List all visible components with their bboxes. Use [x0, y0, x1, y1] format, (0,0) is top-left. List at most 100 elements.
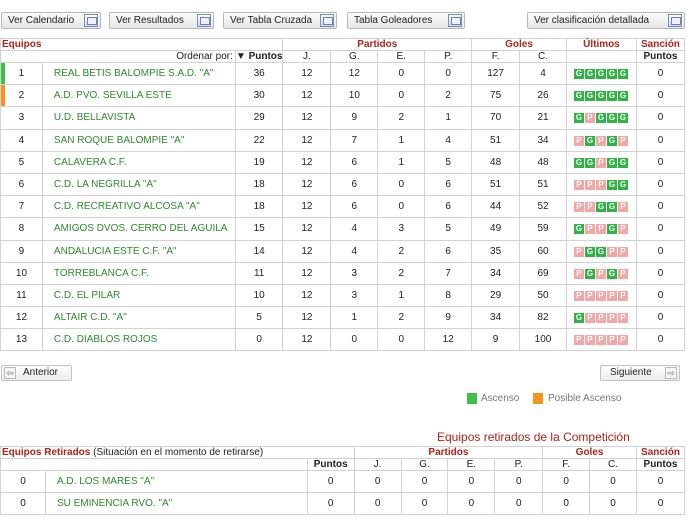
ultimos-cell: PPPPP	[565, 328, 637, 352]
puntos-sort-header[interactable]: ▼ Puntos	[234, 50, 284, 63]
team-link[interactable]: ANDALUCIA ESTE C.F. "A"	[41, 239, 236, 263]
c-cell: 51	[519, 172, 567, 197]
loss-result-icon: P	[606, 313, 617, 324]
table-row[interactable]: 8 AMIGOS DVOS. CERRO DEL AGUILA 15 12 4 3 5 49 5…	[0, 217, 686, 241]
win-result-icon: G	[584, 135, 595, 146]
anterior-button[interactable]: ⇦ Anterior	[1, 365, 72, 381]
zone-marker	[1, 63, 5, 85]
team-link[interactable]: C.D. EL PILAR	[41, 283, 236, 308]
ultimos-cell: PPPGG	[565, 172, 637, 197]
j-cell: 12	[282, 328, 332, 352]
table-row[interactable]: 4 SAN ROQUE BALOMPIE "A" 22 12 7 1 4 51 34 P G P G P 0	[0, 128, 686, 152]
sort-control[interactable]: Ordenar por:	[0, 50, 236, 63]
win-result-icon: G	[595, 91, 606, 102]
puntos-cell: 0	[306, 492, 355, 516]
sancion-cell: 0	[635, 150, 686, 174]
tabla-goleadores-button[interactable]: Tabla Goleadores	[347, 12, 465, 29]
puntos-header-label: Puntos	[248, 51, 283, 62]
table-row[interactable]: 7 C.D. RECREATIVO ALCOSA "A" 18 12 6 0 6 44 52 P P…	[0, 195, 686, 219]
j-cell: 12	[282, 61, 332, 86]
table-row[interactable]: 11 C.D. EL PILAR 10 12 3 1 8 29 50 P P P P P 0	[0, 283, 686, 308]
p-cell: 6	[424, 239, 473, 263]
retirados-group-header: Equipos Retirados (Situación en el momen…	[0, 446, 355, 459]
team-link[interactable]: A.D. PVO. SEVILLA ESTE	[41, 84, 236, 108]
win-result-icon: G	[573, 313, 584, 324]
equipos-group-header: Equipos	[0, 38, 284, 51]
sancion-cell: 0	[635, 106, 686, 130]
table-row[interactable]: 12 ALTAIR C.D. "A" 5 12 1 2 9 34 82 G P P P P 0	[0, 306, 686, 330]
team-link[interactable]: SAN ROQUE BALOMPIE "A"	[41, 128, 236, 152]
team-link[interactable]: C.D. DIABLOS ROJOS	[41, 328, 236, 352]
team-link[interactable]: CALAVERA C.F.	[41, 150, 236, 174]
p-cell: 1	[424, 106, 473, 130]
win-result-icon: G	[573, 224, 584, 235]
table-row[interactable]: 2 A.D. PVO. SEVILLA ESTE 30 12 10 0 2 75 26 G G G G G…	[0, 84, 686, 108]
p-cell: 9	[424, 306, 473, 330]
position-cell: 0	[0, 492, 46, 516]
win-result-icon: G	[584, 69, 595, 80]
ver-calendario-button[interactable]: Ver Calendario	[1, 12, 101, 29]
team-link[interactable]: AMIGOS DVOS. CERRO DEL AGUILA	[41, 217, 236, 241]
posible-ascenso-legend-label: Posible Ascenso	[548, 393, 622, 404]
retired-sancion-puntos-header: Puntos	[635, 458, 686, 471]
team-link[interactable]: SU EMINENCIA RVO. "A"	[44, 492, 308, 516]
win-result-icon: G	[606, 180, 617, 191]
sancion-cell: 0	[635, 328, 686, 352]
e-cell: 1	[377, 128, 426, 152]
team-link[interactable]: U.D. BELLAVISTA	[41, 106, 236, 130]
team-link[interactable]: A.D. LOS MARES "A"	[44, 469, 308, 494]
retired-table-row[interactable]: 0 SU EMINENCIA RVO. "A" 0 0 0 0 0 0 0 0	[0, 492, 686, 516]
sancion-cell: 0	[635, 283, 686, 308]
ultimos-cell: GGPGG	[565, 150, 637, 174]
win-result-icon: G	[584, 91, 595, 102]
j-header: J.	[282, 50, 332, 63]
retired-table-row[interactable]: 0 A.D. LOS MARES "A" 0 0 0 0 0 0 0 0	[0, 469, 686, 494]
retirados-group-label: Equipos Retirados	[2, 447, 91, 458]
ver-clasificacion-detallada-label: Ver clasificación detallada	[534, 15, 650, 26]
e-cell: 0	[377, 195, 426, 219]
p-cell: 2	[424, 84, 473, 108]
ver-resultados-button[interactable]: Ver Resultados	[109, 12, 214, 29]
table-row[interactable]: 10 TORREBLANCA C.F. 11 12 3 2 7 34 69 P G P G P 0	[0, 261, 686, 285]
loss-result-icon: P	[595, 157, 606, 168]
win-result-icon: G	[606, 268, 617, 279]
table-row[interactable]: 5 CALAVERA C.F. 19 12 6 1 5 48 48 G G P G G 0	[0, 150, 686, 174]
position-value: 4	[18, 134, 25, 146]
ver-clasificacion-detallada-button[interactable]: Ver clasificación detallada	[527, 12, 685, 29]
g-cell: 6	[330, 172, 379, 197]
p-cell: 0	[424, 61, 473, 86]
loss-result-icon: P	[573, 180, 584, 191]
ultimos-cell: PGGPP	[565, 239, 637, 263]
table-row[interactable]: 6 C.D. LA NEGRILLA "A" 18 12 6 0 6 51 51 P P P G G 0	[0, 172, 686, 197]
f-cell: 49	[471, 217, 521, 241]
standings-body: 1 REAL BETIS BALOMPIE S.A.D. "A" 36 12 12 0 0 1…	[0, 61, 686, 352]
position-value: 10	[15, 267, 28, 279]
puntos-cell: 5	[234, 306, 284, 330]
c-header: C.	[519, 50, 567, 63]
g-cell: 12	[330, 61, 379, 86]
team-link[interactable]: REAL BETIS BALOMPIE S.A.D. "A"	[41, 61, 236, 86]
team-link[interactable]: TORREBLANCA C.F.	[41, 261, 236, 285]
siguiente-button[interactable]: Siguiente ⇨	[600, 365, 680, 381]
e-cell: 2	[377, 106, 426, 130]
position-value: 2	[18, 90, 25, 102]
ver-tabla-cruzada-button[interactable]: Ver Tabla Cruzada	[223, 12, 337, 29]
ultimos-cell: PGPGP	[565, 261, 637, 285]
position-cell: 5	[0, 150, 43, 174]
team-link[interactable]: ALTAIR C.D. "A"	[41, 306, 236, 330]
team-link[interactable]: C.D. RECREATIVO ALCOSA "A"	[41, 195, 236, 219]
table-row[interactable]: 1 REAL BETIS BALOMPIE S.A.D. "A" 36 12 12 0 0 1…	[0, 61, 686, 86]
win-result-icon: G	[573, 157, 584, 168]
f-header: F.	[471, 50, 521, 63]
loss-result-icon: P	[606, 246, 617, 257]
table-row[interactable]: 3 U.D. BELLAVISTA 29 12 9 2 1 70 21 G P G G G 0	[0, 106, 686, 130]
sancion-cell: 0	[635, 217, 686, 241]
table-row[interactable]: 9 ANDALUCIA ESTE C.F. "A" 14 12 4 2 6 35 60 P G G P P…	[0, 239, 686, 263]
f-cell: 70	[471, 106, 521, 130]
table-row[interactable]: 13 C.D. DIABLOS ROJOS 0 12 0 0 12 9 100 P P P P P 0	[0, 328, 686, 352]
sancion-group-header: Sanción	[635, 38, 686, 51]
e-cell: 0	[447, 469, 496, 494]
team-link[interactable]: C.D. LA NEGRILLA "A"	[41, 172, 236, 197]
retirados-title: Equipos retirados de la Competición	[437, 430, 630, 444]
j-cell: 12	[282, 239, 332, 263]
